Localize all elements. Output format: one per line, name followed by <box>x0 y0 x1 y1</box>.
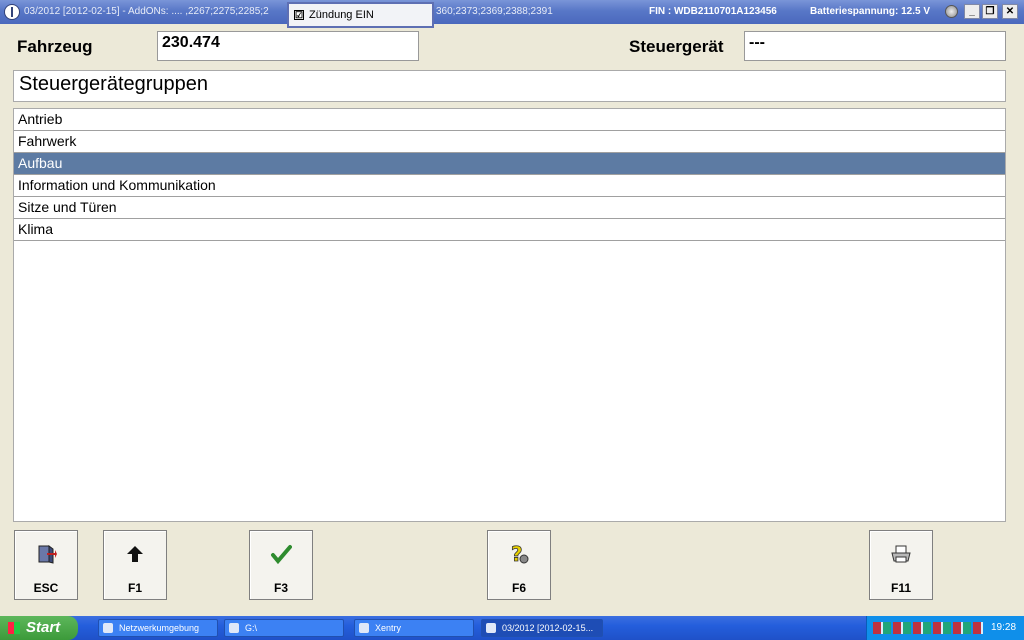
ecu-field: --- <box>744 31 1006 61</box>
taskbar-item-label: 03/2012 [2012-02-15... <box>502 623 594 633</box>
start-button[interactable]: Start <box>0 616 78 640</box>
list-item-aufbau[interactable]: Aufbau <box>14 153 1005 175</box>
vehicle-label: Fahrzeug <box>17 37 93 56</box>
list-item-antrieb[interactable]: Antrieb <box>14 109 1005 131</box>
help-icon: ? <box>488 542 550 570</box>
battery-status-icon <box>945 5 958 18</box>
taskbar-item-active-window[interactable]: 03/2012 [2012-02-15... <box>481 619 603 637</box>
f11-label: F11 <box>890 581 911 595</box>
system-tray: 19:28 <box>866 616 1024 640</box>
start-label: Start <box>26 619 61 636</box>
window-title: 03/2012 [2012-02-15] - AddONs: .... ,226… <box>24 6 269 17</box>
arrow-up-icon <box>104 543 166 570</box>
restore-button[interactable]: ❐ <box>982 4 998 19</box>
list-item-fahrwerk[interactable]: Fahrwerk <box>14 131 1005 153</box>
esc-button[interactable]: ESC <box>14 530 78 600</box>
taskbar: Start Netzwerkumgebung G:\ Xentry 03/201… <box>0 616 1024 640</box>
esc-label: ESC <box>33 581 59 595</box>
network-icon <box>103 623 113 633</box>
clock: 19:28 <box>991 622 1017 633</box>
minimize-button[interactable]: _ <box>964 4 980 19</box>
taskbar-item-network[interactable]: Netzwerkumgebung <box>98 619 218 637</box>
vehicle-field: 230.474 <box>157 31 419 61</box>
f11-button[interactable]: F11 <box>869 530 933 600</box>
close-button[interactable]: ✕ <box>1002 4 1018 19</box>
taskbar-item-label: Netzwerkumgebung <box>119 623 200 633</box>
ecu-label: Steuergerät <box>629 37 724 56</box>
f6-label: F6 <box>511 581 526 595</box>
ecu-group-list[interactable]: Antrieb Fahrwerk Aufbau Information und … <box>13 108 1006 522</box>
xentry-icon <box>359 623 369 633</box>
f1-button[interactable]: F1 <box>103 530 167 600</box>
mercedes-star-icon <box>4 4 20 20</box>
battery-voltage: Batteriespannung: 12.5 V <box>810 6 931 17</box>
window-title-continued: 360;2373;2369;2388;2391 <box>436 6 553 17</box>
list-item-information[interactable]: Information und Kommunikation <box>14 175 1005 197</box>
vin-display: FIN : WDB2110701A123456 <box>649 6 777 17</box>
f3-button[interactable]: F3 <box>249 530 313 600</box>
ignition-label: Zündung EIN <box>309 9 374 21</box>
taskbar-item-drive[interactable]: G:\ <box>224 619 344 637</box>
taskbar-item-label: G:\ <box>245 623 258 633</box>
checkmark-icon <box>250 543 312 570</box>
ignition-indicator[interactable]: ☑ Zündung EIN <box>287 2 434 28</box>
windows-logo-icon <box>8 622 20 634</box>
exit-door-icon <box>15 543 77 570</box>
ecu-groups-heading: Steuergerätegruppen <box>13 70 1006 102</box>
f6-button[interactable]: ? F6 <box>487 530 551 600</box>
list-item-klima[interactable]: Klima <box>14 219 1005 241</box>
ignition-checkbox[interactable]: ☑ <box>294 10 304 20</box>
f1-label: F1 <box>127 581 142 595</box>
list-item-sitze[interactable]: Sitze und Türen <box>14 197 1005 219</box>
printer-icon <box>870 543 932 570</box>
tray-icons[interactable] <box>873 622 983 634</box>
taskbar-item-label: Xentry <box>375 623 402 633</box>
folder-icon <box>229 623 239 633</box>
taskbar-item-xentry[interactable]: Xentry <box>354 619 474 637</box>
mercedes-star-icon <box>486 623 496 633</box>
window-titlebar[interactable]: 03/2012 [2012-02-15] - AddONs: .... ,226… <box>0 0 1024 24</box>
f3-label: F3 <box>273 581 288 595</box>
